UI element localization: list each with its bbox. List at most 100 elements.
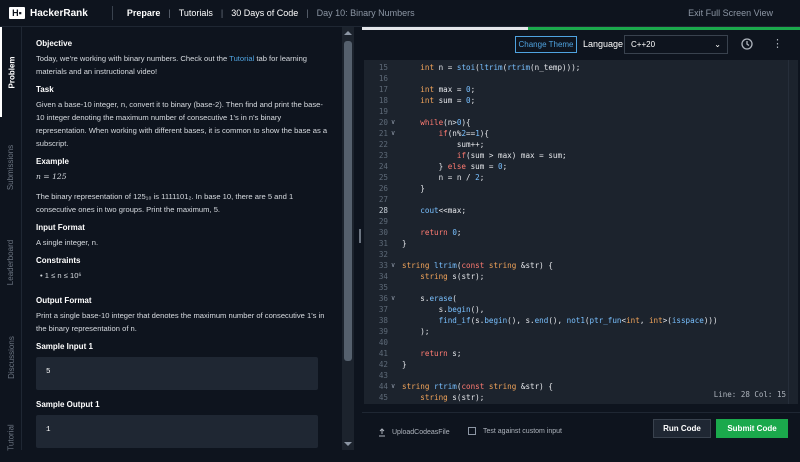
code-line[interactable]: 20 ∨ while(n>0){ bbox=[364, 117, 784, 128]
scroll-down-arrow-icon[interactable] bbox=[344, 442, 352, 446]
line-number: 38 bbox=[378, 316, 388, 325]
code-editor[interactable]: 15 int n = stoi(ltrim(rtrim(n_temp))); 16… bbox=[364, 60, 798, 404]
code-line[interactable]: 23 if(sum > max) max = sum; bbox=[364, 150, 784, 161]
code-line[interactable]: 16 bbox=[364, 73, 784, 84]
breadcrumb-separator: | bbox=[168, 8, 171, 18]
splitter-grip-icon[interactable] bbox=[359, 229, 361, 243]
line-number: 19 bbox=[378, 107, 388, 116]
line-number: 25 bbox=[378, 173, 388, 182]
code-line[interactable]: 43 bbox=[364, 370, 784, 381]
run-code-button[interactable]: Run Code bbox=[653, 419, 711, 438]
code-line[interactable]: 21 ∨ if(n%2==1){ bbox=[364, 128, 784, 139]
code-line[interactable]: 32 bbox=[364, 249, 784, 260]
line-number: 35 bbox=[378, 283, 388, 292]
editor-footer: UploadCodeasFile Test against custom inp… bbox=[362, 412, 800, 450]
code-line[interactable]: 22 sum++; bbox=[364, 139, 784, 150]
submit-code-button[interactable]: Submit Code bbox=[716, 419, 788, 438]
upload-icon bbox=[379, 428, 385, 437]
code-line[interactable]: 40 bbox=[364, 337, 784, 348]
code-line[interactable]: 31} bbox=[364, 238, 784, 249]
code-line[interactable]: 38 find_if(s.begin(), s.end(), not1(ptr_… bbox=[364, 315, 784, 326]
line-number: 21 bbox=[378, 129, 388, 138]
example-heading: Example bbox=[36, 157, 69, 166]
custom-input-checkbox[interactable] bbox=[468, 427, 476, 435]
output-format-text: Print a single base-10 integer that deno… bbox=[36, 311, 325, 333]
input-format-text: A single integer, n. bbox=[36, 238, 99, 247]
code-text: } bbox=[402, 239, 407, 248]
code-line[interactable]: 42} bbox=[364, 359, 784, 370]
code-text: } bbox=[402, 184, 425, 193]
line-number: 37 bbox=[378, 305, 388, 314]
hackerrank-logo[interactable]: H▪ HackerRank bbox=[9, 7, 88, 19]
line-number: 20 bbox=[378, 118, 388, 127]
code-line[interactable]: 25 n = n / 2; bbox=[364, 172, 784, 183]
upload-code-button[interactable]: UploadCodeasFile bbox=[378, 428, 450, 437]
tab-problem[interactable]: Problem bbox=[0, 27, 22, 117]
code-line[interactable]: 39 ); bbox=[364, 326, 784, 337]
code-text: return 0; bbox=[420, 228, 462, 237]
code-line[interactable]: 36 ∨ s.erase( bbox=[364, 293, 784, 304]
code-line[interactable]: 30 return 0; bbox=[364, 227, 784, 238]
objective-heading: Objective bbox=[36, 39, 73, 48]
code-line[interactable]: 15 int n = stoi(ltrim(rtrim(n_temp))); bbox=[364, 62, 784, 73]
tab-submissions[interactable]: Submissions bbox=[0, 122, 22, 212]
tab-discussions[interactable]: Discussions bbox=[0, 312, 22, 402]
scroll-thumb[interactable] bbox=[344, 41, 352, 361]
code-line[interactable]: 41 return s; bbox=[364, 348, 784, 359]
code-text: int max = 0; bbox=[420, 85, 476, 94]
code-line[interactable]: 19 bbox=[364, 106, 784, 117]
editor-scrollbar[interactable] bbox=[788, 60, 798, 404]
code-line[interactable]: 33 ∨ string ltrim(const string &str) { bbox=[364, 260, 784, 271]
side-tabs: Problem Submissions Leaderboard Discussi… bbox=[0, 27, 22, 450]
problem-scrollbar[interactable] bbox=[342, 27, 354, 450]
language-select[interactable]: C++20 ⌄ bbox=[624, 35, 728, 54]
exit-full-screen-link[interactable]: Exit Full Screen View bbox=[688, 8, 773, 18]
code-line[interactable]: 37 s.begin(), bbox=[364, 304, 784, 315]
scroll-up-arrow-icon[interactable] bbox=[344, 31, 352, 35]
breadcrumb-30-days[interactable]: 30 Days of Code bbox=[231, 8, 298, 18]
breadcrumb: Prepare | Tutorials | 30 Days of Code | … bbox=[111, 6, 415, 20]
code-line[interactable]: 29 bbox=[364, 216, 784, 227]
fold-chevron-icon[interactable]: ∨ bbox=[391, 293, 395, 304]
code-line[interactable]: 24 } else sum = 0; bbox=[364, 161, 784, 172]
breadcrumb-prepare[interactable]: Prepare bbox=[127, 8, 161, 18]
sample-output-box: 1 bbox=[36, 415, 318, 448]
tutorial-link[interactable]: Tutorial bbox=[229, 54, 254, 63]
example-text: The binary representation of 125₁₀ is 11… bbox=[36, 192, 294, 214]
logo-icon: H▪ bbox=[9, 7, 25, 19]
change-theme-button[interactable]: Change Theme bbox=[515, 36, 577, 53]
chevron-down-icon: ⌄ bbox=[714, 40, 721, 49]
constraint-item: • 1 ≤ n ≤ 10⁶ bbox=[40, 271, 82, 280]
line-number: 30 bbox=[378, 228, 388, 237]
line-number: 28 bbox=[378, 206, 388, 215]
code-text: } else sum = 0; bbox=[402, 162, 508, 171]
tab-tutorial[interactable]: Tutorial bbox=[0, 412, 22, 462]
history-icon[interactable] bbox=[740, 37, 754, 51]
line-number: 42 bbox=[378, 360, 388, 369]
top-bar: H▪ HackerRank Prepare | Tutorials | 30 D… bbox=[0, 0, 800, 27]
code-line[interactable]: 34 string s(str); bbox=[364, 271, 784, 282]
code-line[interactable]: 35 bbox=[364, 282, 784, 293]
task-text: Given a base-10 integer, n, convert it t… bbox=[36, 100, 328, 148]
more-options-icon[interactable]: ⋮ bbox=[772, 37, 783, 50]
code-text: cout<<max; bbox=[420, 206, 467, 215]
line-number: 17 bbox=[378, 85, 388, 94]
line-number: 31 bbox=[378, 239, 388, 248]
fold-chevron-icon[interactable]: ∨ bbox=[391, 260, 395, 271]
line-number: 24 bbox=[378, 162, 388, 171]
code-line[interactable]: 18 int sum = 0; bbox=[364, 95, 784, 106]
tab-problem-label: Problem bbox=[7, 55, 17, 89]
code-line[interactable]: 28 cout<<max; bbox=[364, 205, 784, 216]
breadcrumb-tutorials[interactable]: Tutorials bbox=[179, 8, 213, 18]
fold-chevron-icon[interactable]: ∨ bbox=[391, 381, 395, 392]
code-line[interactable]: 26 } bbox=[364, 183, 784, 194]
code-line[interactable]: 27 bbox=[364, 194, 784, 205]
fold-chevron-icon[interactable]: ∨ bbox=[391, 117, 395, 128]
fold-chevron-icon[interactable]: ∨ bbox=[391, 128, 395, 139]
tab-leaderboard[interactable]: Leaderboard bbox=[0, 217, 22, 307]
code-line[interactable]: 17 int max = 0; bbox=[364, 84, 784, 95]
code-text: int sum = 0; bbox=[420, 96, 476, 105]
line-number: 33 bbox=[378, 261, 388, 270]
input-format-heading: Input Format bbox=[36, 223, 85, 232]
example-math: n = 125 bbox=[36, 172, 67, 181]
